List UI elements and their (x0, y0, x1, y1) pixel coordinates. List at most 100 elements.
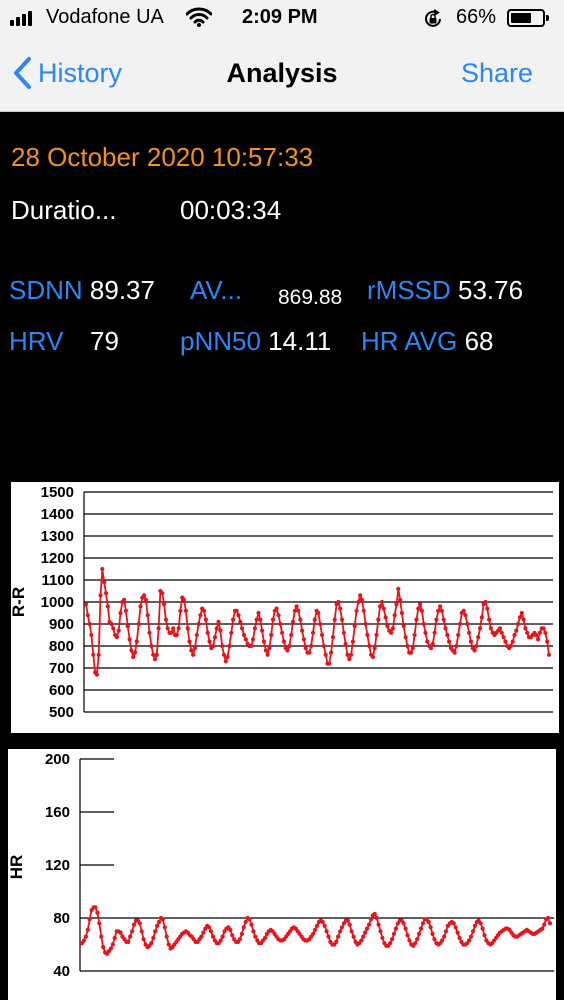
hr-chart-y-tick-label: 80 (53, 910, 70, 927)
hr-chart-data-point (416, 931, 422, 936)
hr-chart-data-point (247, 917, 252, 922)
rr-chart-data-point (91, 652, 96, 657)
rr-chart-data-point (307, 650, 312, 655)
rr-chart-data-point (523, 626, 528, 631)
metric-sdnn-label: SDNN (9, 275, 83, 305)
rr-chart-data-point (260, 628, 265, 633)
hr-chart-data-point (376, 922, 381, 927)
rr-chart-data-point (339, 617, 345, 622)
rr-chart-data-point (363, 621, 368, 627)
rr-chart-data-point (234, 608, 239, 613)
rr-chart-data-point (425, 639, 430, 644)
rr-chart-y-tick-label: 1200 (41, 550, 74, 567)
rr-chart-data-point (154, 652, 159, 657)
metric-hrv-label: HRV (9, 326, 64, 356)
rr-chart-data-point (519, 610, 524, 616)
rr-chart-data-point (381, 606, 386, 611)
rr-chart-y-tick-label: 500 (49, 704, 74, 721)
rr-chart-data-point (165, 626, 170, 631)
hr-chart-data-point (455, 930, 460, 935)
rr-chart-data-point (194, 632, 199, 638)
rr-chart-data-point (287, 643, 292, 649)
rr-chart-data-point (445, 632, 450, 638)
rr-chart-data-point (423, 630, 428, 635)
hr-chart-data-point (364, 926, 370, 931)
rr-chart-data-point (181, 597, 187, 602)
rr-chart-data-point (96, 652, 101, 657)
hr-chart-data-point (126, 939, 131, 944)
hr-chart-data-point (110, 942, 115, 947)
hr-chart-data-point (472, 923, 477, 928)
hr-chart-data-point (99, 934, 104, 939)
share-button[interactable]: Share (461, 58, 533, 89)
rr-chart-data-point (221, 652, 227, 657)
rr-chart-data-point (160, 591, 165, 596)
rr-chart-data-point (499, 630, 504, 635)
rr-chart-data-point (398, 597, 403, 602)
hr-chart-data-point (380, 935, 385, 940)
rr-chart-data-point (338, 606, 343, 611)
hr-chart-data-point (480, 926, 485, 931)
rr-chart-data-point (94, 672, 99, 677)
rr-chart-data-point (350, 639, 355, 644)
hr-chart-data-point (405, 933, 410, 938)
rr-chart-data-point (374, 632, 379, 638)
metric-pnn50-label: pNN50 (180, 326, 261, 356)
hr-chart-data-point (482, 933, 487, 938)
rr-chart-data-point (296, 608, 301, 613)
rr-chart-data-point (545, 639, 550, 644)
rr-chart-data-point (336, 599, 341, 605)
hr-chart-data-point (210, 934, 216, 939)
metric-avg-label: AV... (190, 275, 243, 305)
rr-chart-data-point (390, 626, 395, 631)
rr-chart-data-point (123, 608, 128, 613)
battery-icon (507, 9, 549, 27)
rr-chart-data-point (105, 604, 110, 609)
rr-chart-data-point (276, 613, 281, 618)
metric-sdnn-value: 89.37 (89, 275, 155, 305)
rr-chart-data-point (379, 599, 385, 605)
metric-pnn50-value: 14.11 (268, 326, 332, 356)
rr-chart-data-point (521, 617, 526, 622)
signal-icon (10, 10, 32, 26)
rr-chart-data-point (447, 639, 452, 644)
hr-chart-data-point (443, 929, 449, 934)
rr-chart-data-point (163, 617, 168, 622)
hr-chart-data-point (241, 925, 246, 930)
hr-chart-data-point (403, 926, 408, 931)
rr-chart-data-point (298, 617, 303, 622)
rr-chart-data-point (151, 652, 156, 657)
hr-chart-data-point (390, 937, 395, 942)
hr-chart-data-point (87, 917, 92, 922)
rr-chart-data-point (501, 635, 506, 640)
hr-chart-data-point (199, 934, 204, 939)
rr-chart-data-point (218, 628, 223, 633)
hr-chart-y-tick-label: 160 (45, 804, 70, 821)
rr-chart-data-point (192, 646, 197, 651)
rr-chart-data-point (546, 652, 552, 657)
rr-chart-y-tick-label: 1300 (41, 528, 74, 545)
rr-chart-data-point (401, 624, 406, 629)
wifi-icon (185, 7, 213, 32)
rr-chart-data-point (347, 657, 352, 662)
rr-chart-data-point (203, 617, 208, 622)
rr-chart-data-point (211, 643, 216, 649)
rr-chart-data-point (300, 628, 305, 633)
hr-chart-data-point (320, 919, 325, 925)
hr-chart-data-point (108, 946, 113, 951)
hr-chart-data-point (351, 934, 356, 939)
rr-chart-data-point (122, 597, 127, 602)
hr-chart-data-point (249, 922, 254, 927)
rr-chart-data-point (452, 650, 457, 655)
hr-chart-data-point (345, 918, 350, 923)
rr-chart-y-tick-label: 800 (49, 638, 74, 655)
rr-chart-data-point (189, 648, 194, 653)
hr-chart-data-point (253, 934, 258, 939)
hr-chart-data-point (324, 929, 329, 934)
hr-chart-svg: 200 160 120 80 40 HR (8, 751, 554, 980)
hr-chart-data-point (470, 929, 476, 934)
rr-chart-data-point (185, 626, 190, 631)
hr-chart-data-point (451, 921, 456, 926)
rr-chart-data-point (269, 632, 274, 638)
rr-chart-data-point (534, 632, 539, 638)
